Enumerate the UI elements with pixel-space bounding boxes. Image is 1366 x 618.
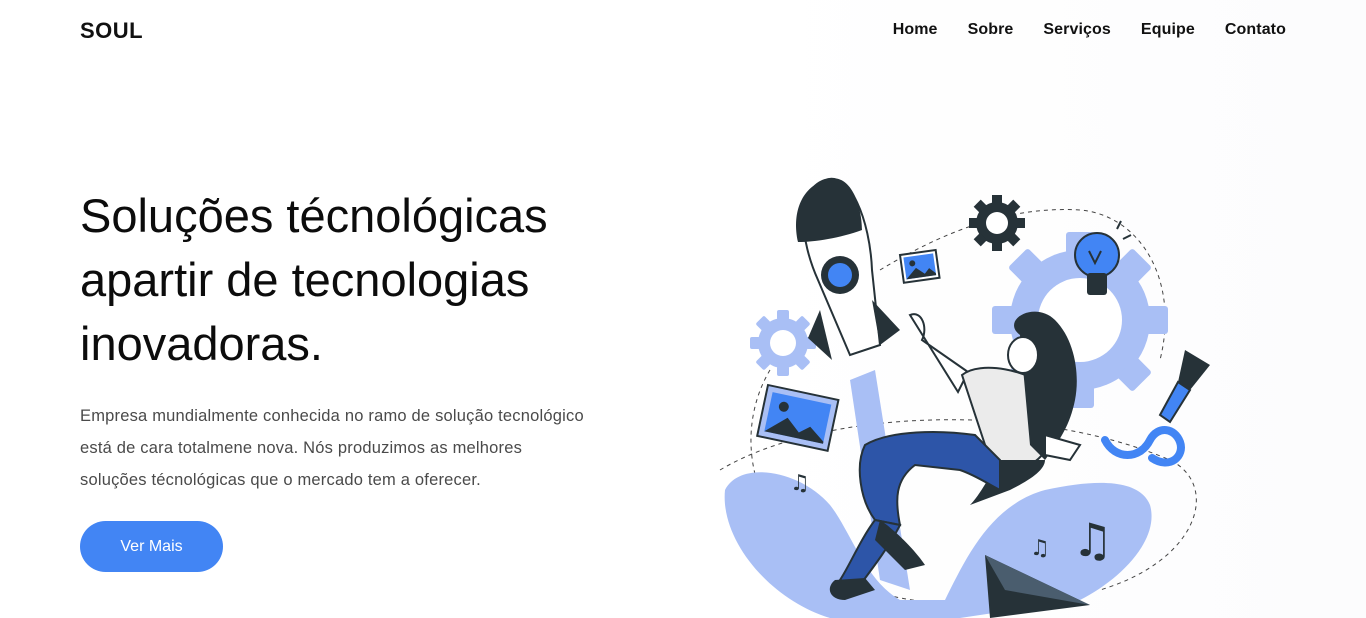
nav-item-servicos[interactable]: Serviços [1043, 21, 1111, 39]
light-gear-icon [750, 310, 816, 376]
headline-line: apartir de tecnologias [80, 253, 530, 306]
hero-illustration: ♫ ♫ ♫ [719, 177, 1210, 618]
picture-icon [898, 248, 941, 284]
music-note-icon: ♫ [790, 471, 810, 496]
brand-logo[interactable]: SOUL [80, 18, 143, 44]
picture-icon [756, 383, 840, 453]
nav-item-equipe[interactable]: Equipe [1141, 21, 1195, 39]
nav-item-sobre[interactable]: Sobre [968, 21, 1014, 39]
nav-item-home[interactable]: Home [893, 21, 938, 39]
hero-headline: Soluções técnológicas apartir de tecnolo… [80, 184, 640, 376]
nav-item-contato[interactable]: Contato [1225, 21, 1286, 39]
main-nav: Home Sobre Serviços Equipe Contato [893, 21, 1286, 39]
headline-line: inovadoras. [80, 317, 323, 370]
description-line: soluções técnológicas que o mercado tem … [80, 471, 481, 489]
music-note-icon: ♫ [1072, 513, 1113, 567]
ver-mais-button[interactable]: Ver Mais [80, 521, 223, 572]
headline-line: Soluções técnológicas [80, 189, 548, 242]
description-line: Empresa mundialmente conhecida no ramo d… [80, 407, 584, 425]
landing-page: SOUL Home Sobre Serviços Equipe Contato … [0, 0, 1366, 618]
description-line: está de cara totalmene nova. Nós produzi… [80, 439, 523, 457]
hero-description: Empresa mundialmente conhecida no ramo d… [80, 400, 640, 496]
music-note-icon: ♫ [1030, 536, 1050, 561]
gear-icon [969, 195, 1025, 251]
